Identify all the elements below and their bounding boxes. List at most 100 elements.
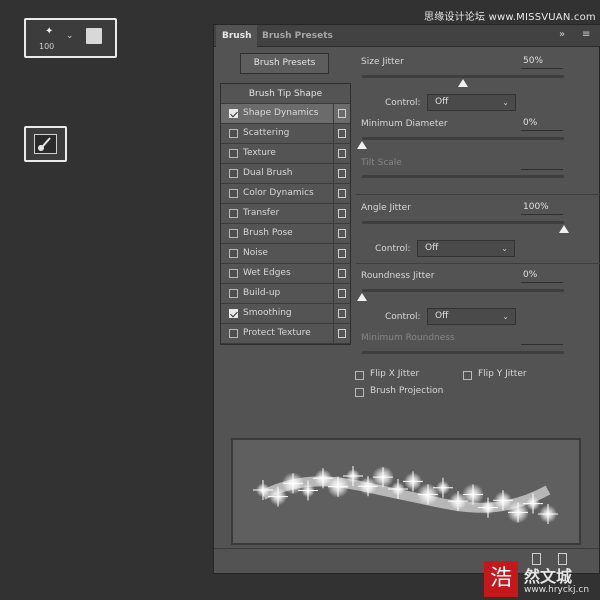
flip-x-jitter-label: Flip X Jitter	[370, 369, 420, 379]
lock-icon[interactable]	[338, 229, 346, 238]
control-3-value: Off	[435, 311, 449, 321]
roundness-jitter-value[interactable]: 0%	[521, 270, 563, 283]
checkbox[interactable]	[229, 269, 238, 278]
section-divider	[356, 194, 600, 195]
site-logo-mark: 浩	[484, 561, 518, 597]
checkbox[interactable]	[229, 189, 238, 198]
brush-option-smoothing[interactable]: Smoothing	[221, 304, 350, 324]
tab-brush-presets[interactable]: Brush Presets	[256, 25, 339, 47]
checkbox-box[interactable]	[463, 371, 472, 380]
brush-option-dual-brush[interactable]: Dual Brush	[221, 164, 350, 184]
checkbox[interactable]	[229, 209, 238, 218]
brush-option-build-up[interactable]: Build-up	[221, 284, 350, 304]
brush-option-color-dynamics[interactable]: Color Dynamics	[221, 184, 350, 204]
control-3-label: Control:	[385, 312, 421, 322]
divider	[333, 244, 334, 263]
checkbox[interactable]	[229, 149, 238, 158]
brush-options-list: Brush Tip Shape Shape Dynamics Scattering…	[220, 83, 351, 345]
size-jitter-label: Size Jitter	[361, 57, 404, 67]
checkbox-box[interactable]	[355, 388, 364, 397]
checkbox[interactable]	[229, 129, 238, 138]
divider	[333, 324, 334, 343]
brush-presets-button[interactable]: Brush Presets	[240, 53, 329, 74]
size-jitter-value[interactable]: 50%	[521, 56, 563, 69]
brush-option-wet-edges[interactable]: Wet Edges	[221, 264, 350, 284]
brush-option-transfer[interactable]: Transfer	[221, 204, 350, 224]
checkbox[interactable]	[229, 329, 238, 338]
chevron-down-icon[interactable]: ⌄	[66, 31, 74, 41]
divider	[333, 184, 334, 203]
angle-jitter-value[interactable]: 100%	[521, 202, 563, 215]
control-3-select[interactable]: Off ⌄	[427, 308, 516, 325]
option-label: Noise	[243, 248, 268, 258]
option-label: Brush Pose	[243, 228, 293, 238]
minimum-diameter-thumb[interactable]	[357, 141, 367, 149]
size-jitter-thumb[interactable]	[458, 79, 468, 87]
lock-icon[interactable]	[338, 109, 346, 118]
checkbox[interactable]	[229, 289, 238, 298]
lock-icon[interactable]	[338, 289, 346, 298]
brush-tool-button[interactable]	[24, 126, 67, 162]
paintbrush-icon	[34, 134, 57, 154]
brush-option-scattering[interactable]: Scattering	[221, 124, 350, 144]
roundness-jitter-thumb[interactable]	[357, 293, 367, 301]
checkbox[interactable]	[229, 249, 238, 258]
minimum-roundness-label: Minimum Roundness	[361, 333, 455, 343]
lock-icon[interactable]	[338, 209, 346, 218]
toggle-brush-panel-icon[interactable]	[86, 28, 102, 44]
brush-tip-icon: ✦	[45, 26, 54, 37]
lock-icon[interactable]	[338, 129, 346, 138]
option-label: Scattering	[243, 128, 290, 138]
panel-menu-icon[interactable]: ≡	[582, 29, 590, 40]
brush-option-shape-dynamics[interactable]: Shape Dynamics	[221, 104, 350, 124]
option-label: Color Dynamics	[243, 188, 314, 198]
brush-option-protect-texture[interactable]: Protect Texture	[221, 324, 350, 344]
divider	[333, 164, 334, 183]
brush-size-value: 100	[39, 42, 55, 51]
option-label: Smoothing	[243, 308, 292, 318]
checkbox[interactable]	[229, 109, 238, 118]
brush-option-texture[interactable]: Texture	[221, 144, 350, 164]
brush-projection-label: Brush Projection	[370, 386, 444, 396]
site-logo-text: 然文城	[524, 567, 573, 586]
checkbox[interactable]	[229, 229, 238, 238]
lock-icon[interactable]	[338, 169, 346, 178]
size-jitter-slider[interactable]	[362, 75, 564, 78]
roundness-jitter-slider[interactable]	[362, 289, 564, 292]
minimum-diameter-value[interactable]: 0%	[521, 118, 563, 131]
divider	[333, 224, 334, 243]
angle-jitter-slider[interactable]	[362, 221, 564, 224]
control-1-select[interactable]: Off ⌄	[427, 94, 516, 111]
tilt-scale-slider	[362, 175, 564, 178]
option-label: Texture	[243, 148, 276, 158]
minimum-roundness-slider	[362, 351, 564, 354]
minimum-diameter-slider[interactable]	[362, 137, 564, 140]
collapse-icon[interactable]: »	[559, 29, 565, 40]
brush-option-noise[interactable]: Noise	[221, 244, 350, 264]
checkbox-box[interactable]	[355, 371, 364, 380]
lock-icon[interactable]	[338, 189, 346, 198]
brush-option-brush-pose[interactable]: Brush Pose	[221, 224, 350, 244]
option-label: Shape Dynamics	[243, 108, 319, 118]
site-logo-url: www.hryckj.cn	[524, 585, 590, 595]
lock-icon[interactable]	[338, 249, 346, 258]
lock-icon[interactable]	[338, 149, 346, 158]
brush-tip-shape-item[interactable]: Brush Tip Shape	[221, 84, 350, 104]
control-2-select[interactable]: Off ⌄	[417, 240, 515, 257]
lock-icon[interactable]	[338, 329, 346, 338]
chevron-down-icon: ⌄	[501, 244, 508, 253]
divider	[333, 204, 334, 223]
angle-jitter-label: Angle Jitter	[361, 203, 411, 213]
control-1-label: Control:	[385, 98, 421, 108]
brush-preset-picker[interactable]: ✦ 100 ⌄	[24, 18, 117, 58]
roundness-jitter-label: Roundness Jitter	[361, 271, 435, 281]
tab-brush[interactable]: Brush	[216, 25, 258, 47]
checkbox[interactable]	[229, 309, 238, 318]
option-label: Transfer	[243, 208, 280, 218]
angle-jitter-thumb[interactable]	[559, 225, 569, 233]
lock-icon[interactable]	[338, 309, 346, 318]
divider	[333, 124, 334, 143]
checkbox[interactable]	[229, 169, 238, 178]
lock-icon[interactable]	[338, 269, 346, 278]
tilt-scale-value	[521, 157, 563, 170]
